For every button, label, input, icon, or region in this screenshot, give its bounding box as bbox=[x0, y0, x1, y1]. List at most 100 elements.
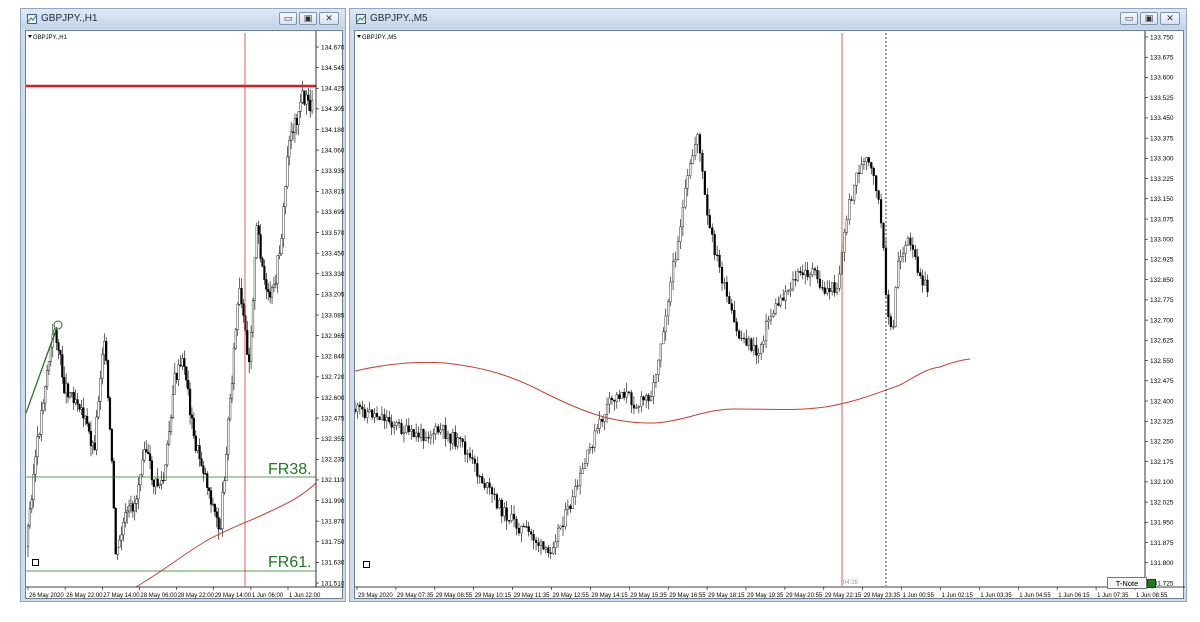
candle-body bbox=[525, 526, 528, 528]
candle-body bbox=[112, 460, 115, 509]
candle-body bbox=[642, 396, 645, 401]
minimize-button[interactable]: ▭ bbox=[1120, 12, 1138, 25]
candle-body bbox=[654, 374, 658, 383]
candle-body bbox=[26, 525, 30, 547]
candle-body bbox=[676, 241, 680, 260]
right_window-price-tick-label: 133.525 bbox=[1150, 95, 1174, 102]
m5-chart-canvas[interactable]: GBPJPY.,M5 04:35 133.750133.675133.60013… bbox=[355, 31, 1185, 600]
candle-body bbox=[882, 222, 885, 249]
symbol-dropdown-icon[interactable] bbox=[357, 35, 361, 38]
left_window-price-tick-label: 132.965 bbox=[321, 333, 344, 340]
candle-body bbox=[192, 417, 195, 437]
candle-body bbox=[821, 287, 824, 289]
h1-time-axis: 26 May 2020 26 May 22:00 27 May 14:00 28 Ma… bbox=[27, 587, 321, 599]
candle-body bbox=[432, 433, 435, 436]
candle-body bbox=[135, 498, 138, 504]
candle-body bbox=[610, 397, 614, 401]
candle-body bbox=[828, 288, 831, 292]
candle-body bbox=[608, 397, 611, 405]
left_window-price-tick-label: 134.060 bbox=[321, 147, 344, 154]
candle-body bbox=[74, 399, 77, 403]
candle-body bbox=[681, 206, 684, 228]
candle-body bbox=[213, 503, 216, 512]
h1-chart-canvas[interactable]: GBPJPY.,H1 FR38. FR61. 134.670134.545134… bbox=[26, 31, 344, 600]
h1-window-titlebar[interactable]: GBPJPY.,H1 ▭ ▣ ✕ bbox=[21, 9, 345, 29]
candle-body bbox=[32, 474, 35, 500]
chart-shift-marker[interactable] bbox=[32, 559, 39, 566]
candle-body bbox=[375, 413, 379, 417]
candle-body bbox=[89, 431, 93, 447]
m5-window-titlebar[interactable]: GBPJPY.,M5 ▭ ▣ ✕ bbox=[350, 9, 1186, 29]
fib-trend-line[interactable] bbox=[26, 326, 58, 414]
candle-body bbox=[848, 199, 851, 221]
h1-chart-area[interactable]: GBPJPY.,H1 FR38. FR61. 134.670 134.545 134… bbox=[25, 30, 344, 600]
chart-window-icon bbox=[27, 14, 37, 24]
candle-body bbox=[93, 442, 96, 450]
candle-body bbox=[735, 321, 738, 332]
left_window-price-tick-label: 133.450 bbox=[321, 250, 344, 257]
candle-body bbox=[625, 391, 628, 398]
symbol-dropdown-icon[interactable] bbox=[28, 35, 32, 38]
m5-chart-window[interactable]: GBPJPY.,M5 ▭ ▣ ✕ GBPJPY.,M5 04:35 133.75… bbox=[349, 8, 1187, 602]
candle-body bbox=[730, 303, 733, 311]
h1-chart-window[interactable]: GBPJPY.,H1 ▭ ▣ ✕ GBPJPY.,H1 FR38. FR61. … bbox=[20, 8, 346, 602]
candle-body bbox=[598, 419, 601, 429]
candle-body bbox=[615, 394, 618, 402]
candle-body bbox=[892, 326, 895, 328]
candle-body bbox=[202, 465, 205, 474]
candle-body bbox=[857, 172, 861, 174]
candle-body bbox=[429, 434, 432, 439]
candle-body bbox=[84, 415, 87, 419]
candle-body bbox=[97, 401, 100, 418]
fib-anchor-circle[interactable] bbox=[53, 320, 63, 330]
candle-body bbox=[897, 260, 900, 288]
left_window-price-tick-label: 133.330 bbox=[321, 271, 344, 278]
candle-body bbox=[542, 541, 545, 550]
close-button[interactable]: ✕ bbox=[1160, 12, 1180, 25]
t-note-label[interactable]: T-Note bbox=[1107, 577, 1147, 589]
right_window-time-tick-label: 29 May 08:55 bbox=[436, 593, 473, 599]
minimize-button[interactable]: ▭ bbox=[279, 12, 297, 25]
candle-body bbox=[569, 505, 572, 510]
right_window-price-tick-label: 131.950 bbox=[1150, 520, 1174, 527]
candle-body bbox=[439, 429, 442, 433]
right_window-time-tick-label: 29 May 23:35 bbox=[864, 593, 901, 599]
candle-body bbox=[738, 330, 741, 339]
candle-body bbox=[57, 342, 60, 351]
m5-chart-area[interactable]: GBPJPY.,M5 04:35 133.750 133.675 133.600 13… bbox=[354, 30, 1185, 600]
candle-body bbox=[291, 131, 295, 133]
candle-body bbox=[647, 394, 650, 402]
right_window-time-tick-label: 29 May 11:35 bbox=[514, 593, 551, 599]
candle-body bbox=[295, 118, 298, 126]
right_window-time-tick-label: 29 May 15:35 bbox=[630, 593, 667, 599]
candle-body bbox=[571, 496, 574, 510]
candle-body bbox=[187, 380, 190, 390]
candle-body bbox=[503, 507, 506, 517]
candle-body bbox=[278, 253, 281, 256]
candle-body bbox=[248, 354, 251, 363]
candle-body bbox=[689, 163, 692, 176]
maximize-button[interactable]: ▣ bbox=[299, 12, 317, 25]
candle-body bbox=[493, 493, 496, 495]
chart-shift-marker[interactable] bbox=[363, 561, 370, 568]
right_window-price-tick-label: 132.475 bbox=[1150, 378, 1174, 385]
candle-body bbox=[116, 546, 119, 555]
candle-body bbox=[473, 458, 476, 464]
right_window-price-tick-label: 132.775 bbox=[1150, 297, 1174, 304]
close-button[interactable]: ✕ bbox=[319, 12, 339, 25]
candle-body bbox=[49, 346, 52, 362]
candle-body bbox=[274, 283, 277, 285]
candle-body bbox=[865, 157, 868, 162]
candle-body bbox=[190, 414, 194, 419]
candle-body bbox=[158, 483, 161, 486]
maximize-button[interactable]: ▣ bbox=[1140, 12, 1158, 25]
candle-body bbox=[410, 429, 413, 432]
candle-body bbox=[124, 512, 127, 523]
left_window-price-tick-label: 134.545 bbox=[321, 65, 344, 72]
candle-body bbox=[909, 237, 912, 246]
candle-body bbox=[601, 419, 604, 422]
candle-body bbox=[400, 423, 403, 434]
candle-body bbox=[684, 187, 687, 208]
candle-body bbox=[38, 434, 41, 437]
left_window-price-tick-label: 133.935 bbox=[321, 168, 344, 175]
